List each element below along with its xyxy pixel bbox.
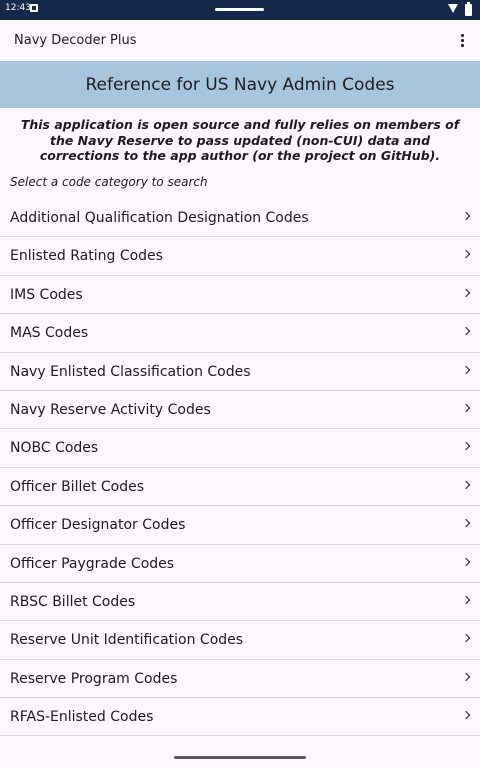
chevron-right-icon [461, 250, 471, 259]
list-item[interactable]: Officer Billet Codes [0, 468, 480, 507]
list-item[interactable]: IMS Codes [0, 276, 480, 315]
chevron-right-icon [461, 442, 471, 451]
category-prompt: Select a code category to search [10, 174, 208, 189]
chevron-right-icon [461, 595, 471, 605]
list-item-label: Additional Qualification Designation Cod… [10, 210, 309, 226]
banner-title: Reference for US Navy Admin Codes [85, 74, 395, 95]
chevron-right-icon [461, 326, 471, 336]
battery-icon [465, 2, 472, 16]
list-item-label: MAS Codes [10, 325, 89, 342]
status-bar: 12:43 [0, 0, 480, 20]
list-item-label: Officer Designator Codes [10, 517, 186, 534]
chevron-right-icon [461, 710, 471, 720]
list-item[interactable]: Navy Reserve Activity Codes [0, 391, 480, 430]
chevron-right-icon [461, 518, 471, 528]
list-item[interactable]: Officer Paygrade Codes [0, 545, 480, 583]
chevron-right-icon [461, 211, 471, 221]
list-item-label: IMS Codes [10, 286, 83, 303]
chevron-right-icon [461, 403, 471, 413]
chevron-right-icon [461, 557, 471, 566]
category-list: Additional Qualification Designation Cod… [0, 199, 480, 737]
list-item-label: Enlisted Rating Codes [10, 248, 163, 265]
list-item-label: Officer Billet Codes [10, 478, 145, 495]
more-vert-icon[interactable] [454, 30, 470, 50]
list-item[interactable]: Additional Qualification Designation Cod… [0, 199, 480, 238]
chevron-right-icon [461, 365, 471, 374]
list-item[interactable]: Officer Designator Codes [0, 506, 480, 545]
list-item-label: Reserve Unit Identification Codes [10, 632, 244, 649]
header-banner: Reference for US Navy Admin Codes [0, 61, 480, 108]
chevron-right-icon [461, 288, 471, 298]
list-item[interactable]: RFAS-Enlisted Codes [0, 698, 480, 737]
status-time: 12:43 [5, 3, 31, 13]
list-item[interactable]: Reserve Unit Identification Codes [0, 621, 480, 660]
list-item-label: RBSC Billet Codes [10, 593, 136, 610]
list-item[interactable]: NOBC Codes [0, 429, 480, 468]
list-item-label: Reserve Program Codes [10, 670, 178, 687]
list-item-label: Officer Paygrade Codes [10, 555, 175, 572]
chevron-right-icon [461, 480, 471, 489]
notification-icon [30, 4, 38, 12]
wifi-icon [448, 4, 458, 13]
list-item[interactable]: Navy Enlisted Classification Codes [0, 353, 480, 391]
open-source-notice: This application is open source and full… [20, 117, 460, 163]
gesture-nav-handle[interactable] [174, 756, 306, 759]
list-item[interactable]: Reserve Program Codes [0, 660, 480, 699]
list-item-label: NOBC Codes [10, 440, 99, 457]
list-item[interactable]: MAS Codes [0, 314, 480, 353]
app-title: Navy Decoder Plus [14, 33, 137, 48]
chevron-right-icon [461, 634, 471, 643]
status-handle [215, 8, 264, 11]
chevron-right-icon [461, 672, 471, 681]
list-item[interactable]: RBSC Billet Codes [0, 583, 480, 622]
list-item-label: Navy Reserve Activity Codes [10, 401, 211, 418]
list-item-label: RFAS-Enlisted Codes [10, 709, 154, 726]
app-bar: Navy Decoder Plus [0, 20, 480, 61]
list-item[interactable]: Enlisted Rating Codes [0, 237, 480, 276]
list-item-label: Navy Enlisted Classification Codes [10, 363, 251, 380]
